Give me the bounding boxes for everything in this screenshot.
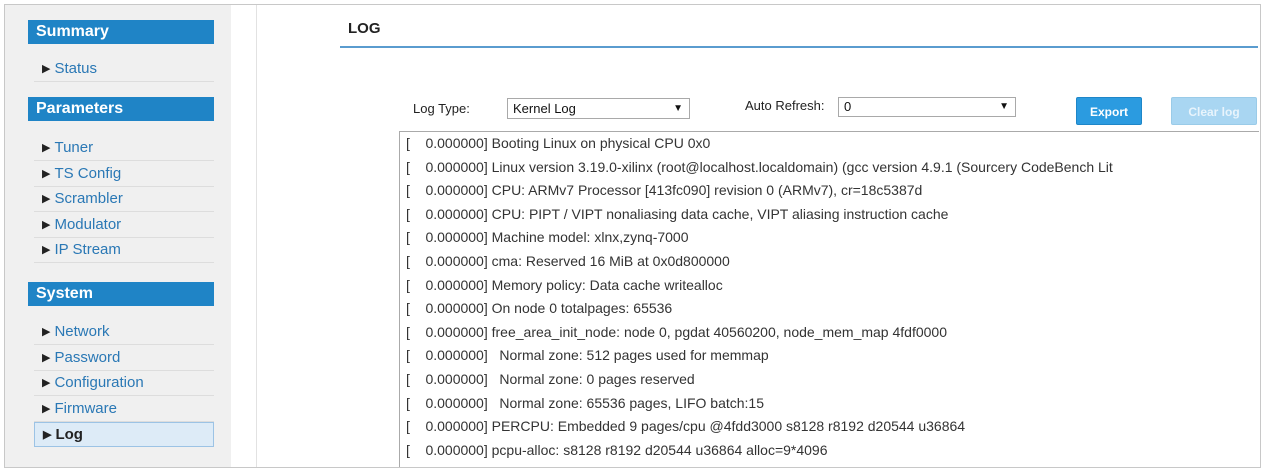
triangle-right-icon: ▶ xyxy=(43,429,52,441)
sidebar-item-log[interactable]: ▶ Log xyxy=(34,422,214,447)
sidebar-item-ts-config[interactable]: ▶ TS Config xyxy=(34,162,214,187)
triangle-right-icon: ▶ xyxy=(42,352,51,364)
log-output[interactable]: [ 0.000000] Booting Linux on physical CP… xyxy=(399,131,1259,467)
caret-down-icon: ▼ xyxy=(999,101,1009,112)
sidebar-item-label: Configuration xyxy=(54,374,144,391)
triangle-right-icon: ▶ xyxy=(42,142,51,154)
triangle-right-icon: ▶ xyxy=(42,168,51,180)
title-underline xyxy=(340,46,1258,48)
export-button[interactable]: Export xyxy=(1076,97,1142,125)
section-header-parameters: Parameters xyxy=(28,97,214,121)
log-line: [ 0.000000] free_area_init_node: node 0,… xyxy=(406,323,947,340)
sidebar-item-status[interactable]: ▶ Status xyxy=(34,57,214,82)
log-line: [ 0.000000] Normal zone: 65536 pages, LI… xyxy=(406,394,765,411)
triangle-right-icon: ▶ xyxy=(42,219,51,231)
log-type-select[interactable]: Kernel Log ▼ xyxy=(507,98,690,119)
auto-refresh-select[interactable]: 0 ▼ xyxy=(838,97,1016,117)
log-line: [ 0.000000] CPU: PIPT / VIPT nonaliasing… xyxy=(406,205,949,222)
caret-down-icon: ▼ xyxy=(673,103,683,114)
triangle-right-icon: ▶ xyxy=(42,326,51,338)
sidebar-item-label: Scrambler xyxy=(54,190,123,207)
triangle-right-icon: ▶ xyxy=(42,63,51,75)
sidebar-item-label: Log xyxy=(55,426,83,443)
sidebar-item-ip-stream[interactable]: ▶ IP Stream xyxy=(34,238,214,263)
page-title: LOG xyxy=(348,20,381,37)
log-type-value: Kernel Log xyxy=(513,101,576,116)
section-header-summary: Summary xyxy=(28,20,214,44)
triangle-right-icon: ▶ xyxy=(42,193,51,205)
sidebar-item-configuration[interactable]: ▶ Configuration xyxy=(34,371,214,396)
sidebar-item-label: Tuner xyxy=(54,139,94,156)
log-line: [ 0.000000] cma: Reserved 16 MiB at 0x0d… xyxy=(406,252,730,269)
sidebar-item-password[interactable]: ▶ Password xyxy=(34,346,214,371)
sidebar-item-firmware[interactable]: ▶ Firmware xyxy=(34,397,214,422)
log-line: [ 0.000000] Booting Linux on physical CP… xyxy=(406,135,711,151)
log-line: [ 0.000000] PERCPU: Embedded 9 pages/cpu… xyxy=(406,418,966,435)
sidebar-item-tuner[interactable]: ▶ Tuner xyxy=(34,136,214,161)
sidebar-item-label: Modulator xyxy=(54,216,122,233)
sidebar-item-label: Status xyxy=(54,60,97,77)
sidebar-item-label: Network xyxy=(54,323,110,340)
content-divider xyxy=(256,5,257,467)
log-line: [ 0.000000] Memory policy: Data cache wr… xyxy=(406,276,723,293)
log-line: [ 0.000000] On node 0 totalpages: 65536 xyxy=(406,300,673,317)
log-line: [ 0.000000] CPU: ARMv7 Processor [413fc0… xyxy=(406,182,923,199)
sidebar-item-label: IP Stream xyxy=(54,241,121,258)
triangle-right-icon: ▶ xyxy=(42,377,51,389)
log-line: [ 0.000000] Machine model: xlnx,zynq-700… xyxy=(406,229,689,246)
log-line: [ 0.000000] pcpu-alloc: s8128 r8192 d205… xyxy=(406,441,828,458)
auto-refresh-value: 0 xyxy=(844,99,852,114)
sidebar-item-label: Firmware xyxy=(54,400,117,417)
triangle-right-icon: ▶ xyxy=(42,403,51,415)
sidebar-item-network[interactable]: ▶ Network xyxy=(34,320,214,345)
sidebar-item-label: Password xyxy=(54,349,121,366)
sidebar-item-label: TS Config xyxy=(54,165,122,182)
section-header-system: System xyxy=(28,282,214,306)
log-line: [ 0.000000] Linux version 3.19.0-xilinx … xyxy=(406,158,1113,175)
auto-refresh-label: Auto Refresh: xyxy=(745,98,825,113)
triangle-right-icon: ▶ xyxy=(42,244,51,256)
sidebar-item-modulator[interactable]: ▶ Modulator xyxy=(34,213,214,238)
log-line: [ 0.000000] Normal zone: 512 pages used … xyxy=(406,347,769,364)
clear-log-button[interactable]: Clear log xyxy=(1171,97,1257,125)
log-line: [ 0.000000] Normal zone: 0 pages reserve… xyxy=(406,370,695,387)
log-type-label: Log Type: xyxy=(413,101,470,116)
sidebar-item-scrambler[interactable]: ▶ Scrambler xyxy=(34,187,214,212)
